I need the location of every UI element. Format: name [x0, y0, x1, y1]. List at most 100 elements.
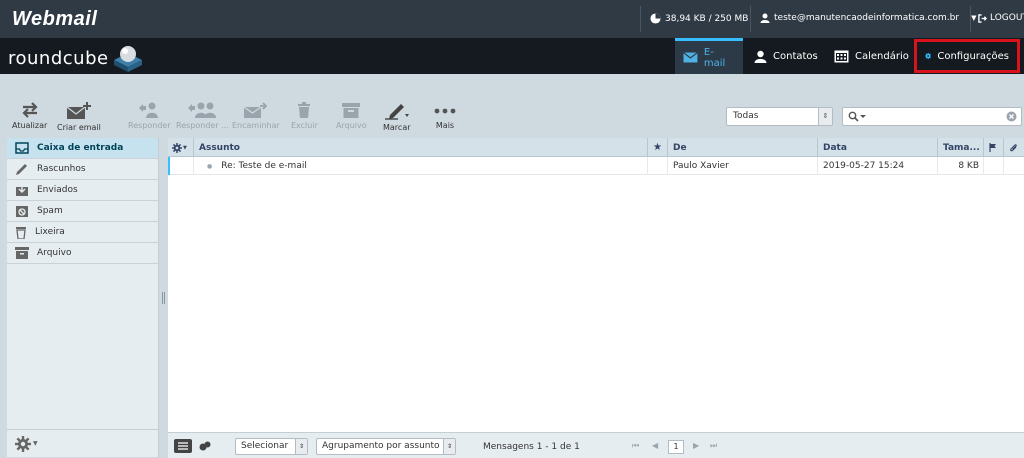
paperclip-icon: [1010, 143, 1017, 151]
chevron-down-icon: ▼: [183, 144, 187, 151]
mark-button[interactable]: Marcar: [383, 102, 411, 132]
reply-button[interactable]: Responder: [128, 102, 171, 130]
archive-icon: [15, 247, 29, 259]
more-button[interactable]: Mais: [434, 102, 456, 130]
list-options-button[interactable]: ▼: [168, 138, 194, 157]
tab-contacts-label: Contatos: [773, 50, 818, 62]
forward-button[interactable]: Encaminhar: [232, 102, 280, 130]
tab-calendar[interactable]: Calendário: [826, 38, 917, 74]
threads-icon[interactable]: [199, 441, 211, 451]
row-flag-cell[interactable]: [984, 157, 1004, 175]
inbox-icon: [15, 142, 29, 154]
row-date-cell: 2019-05-27 15:24: [818, 157, 938, 175]
column-attachment[interactable]: [1004, 138, 1024, 157]
tab-calendar-label: Calendário: [855, 50, 909, 62]
user-menu[interactable]: teste@manutencaodeinformatica.com.br ▼: [760, 13, 976, 23]
folder-item-sent[interactable]: Enviados: [7, 180, 158, 201]
reply-all-label: Responder ...: [176, 121, 229, 130]
filter-select[interactable]: Todas ⇕: [726, 107, 833, 126]
app-header: roundcube E-mail Contatos Calendário Con…: [0, 38, 1024, 74]
column-from-label: De: [673, 142, 687, 153]
webmail-logo: Webmail: [12, 8, 98, 30]
column-subject[interactable]: Assunto: [194, 138, 648, 157]
column-flag[interactable]: [984, 138, 1004, 157]
compose-button[interactable]: Criar email: [57, 102, 101, 132]
logout-button[interactable]: LOGOUT: [978, 13, 1024, 23]
clear-search-icon[interactable]: [1006, 111, 1017, 122]
pane-splitter[interactable]: [162, 292, 165, 304]
gear-icon: [925, 52, 932, 60]
flag-icon: [989, 143, 996, 152]
divider: [750, 6, 751, 32]
forward-label: Encaminhar: [232, 121, 280, 130]
folder-settings-button[interactable]: ▼: [7, 429, 159, 457]
folder-label: Caixa de entrada: [37, 143, 124, 153]
trash-icon: [16, 226, 26, 239]
search-input[interactable]: [842, 107, 1022, 126]
list-footer: Selecionar ⇕ Agrupamento por assunto ⇕ M…: [168, 432, 1024, 458]
previous-page-icon[interactable]: ◀: [652, 441, 658, 450]
folder-label: Rascunhos: [37, 164, 86, 174]
message-list: ▼ Assunto ★ De Data Tama... ● Re: Teste …: [168, 138, 1024, 432]
next-page-icon[interactable]: ▶: [693, 441, 699, 450]
threads-dropdown-label: Agrupamento por assunto: [322, 441, 440, 451]
list-view-icon[interactable]: [174, 439, 192, 453]
reply-all-button[interactable]: Responder ...: [176, 102, 229, 130]
message-count: Mensagens 1 - 1 de 1: [483, 442, 580, 452]
more-dots-icon: [434, 108, 456, 114]
trash-icon: [298, 102, 311, 118]
folder-label: Lixeira: [35, 227, 65, 237]
roundcube-cube-icon: [113, 46, 142, 72]
select-dropdown[interactable]: Selecionar ⇕: [235, 438, 308, 455]
folder-label: Arquivo: [37, 248, 72, 258]
threads-dropdown[interactable]: Agrupamento por assunto ⇕: [316, 438, 456, 455]
delete-button[interactable]: Excluir: [291, 102, 318, 130]
archive-button[interactable]: Arquivo: [336, 102, 367, 130]
column-subject-label: Assunto: [199, 142, 240, 153]
column-flag-star[interactable]: ★: [648, 138, 668, 157]
mark-pen-icon: [384, 104, 409, 120]
select-arrows-icon: ⇕: [295, 439, 307, 454]
folder-label: Enviados: [37, 185, 78, 195]
folder-item-archive[interactable]: Arquivo: [7, 243, 158, 264]
last-page-icon[interactable]: ⏭: [710, 441, 717, 451]
mark-label: Marcar: [383, 123, 411, 132]
sent-icon: [16, 183, 28, 196]
archive-icon: [342, 103, 361, 118]
row-date: 2019-05-27 15:24: [823, 161, 905, 171]
select-arrows-icon: ⇕: [818, 108, 832, 125]
more-label: Mais: [435, 121, 455, 130]
message-list-header: ▼ Assunto ★ De Data Tama...: [168, 138, 1024, 157]
page-number-input[interactable]: 1: [668, 440, 684, 454]
chevron-down-icon: ▼: [33, 440, 38, 447]
column-size[interactable]: Tama...: [938, 138, 984, 157]
tab-settings-label: Configurações: [937, 50, 1009, 62]
archive-label: Arquivo: [336, 121, 367, 130]
roundcube-logo-text: roundcube: [8, 47, 109, 69]
reply-label: Responder: [128, 121, 171, 130]
tab-contacts[interactable]: Contatos: [746, 38, 826, 74]
tab-email[interactable]: E-mail: [675, 38, 743, 74]
user-email: teste@manutencaodeinformatica.com.br: [774, 13, 960, 23]
select-dropdown-label: Selecionar: [241, 441, 289, 451]
table-row[interactable]: ● Re: Teste de e-mail Paulo Xavier 2019-…: [168, 157, 1024, 175]
refresh-button[interactable]: Atualizar: [12, 102, 47, 130]
tab-settings[interactable]: Configurações: [914, 39, 1020, 73]
row-status: [168, 157, 194, 175]
calendar-icon: [834, 50, 849, 62]
column-date[interactable]: Data: [818, 138, 938, 157]
folder-item-inbox[interactable]: Caixa de entrada: [7, 138, 158, 159]
contact-icon: [754, 50, 767, 63]
first-page-icon[interactable]: ⏮: [632, 441, 639, 451]
row-size-cell: 8 KB: [938, 157, 984, 175]
refresh-label: Atualizar: [12, 121, 48, 130]
gear-icon: [172, 142, 182, 153]
row-star-cell[interactable]: [648, 157, 668, 175]
folder-item-spam[interactable]: Spam: [7, 201, 158, 222]
folder-item-trash[interactable]: Lixeira: [7, 222, 158, 243]
user-icon: [760, 13, 770, 23]
folder-item-drafts[interactable]: Rascunhos: [7, 159, 158, 180]
column-from[interactable]: De: [668, 138, 818, 157]
row-subject: Re: Teste de e-mail: [221, 161, 307, 171]
divider: [970, 6, 971, 32]
